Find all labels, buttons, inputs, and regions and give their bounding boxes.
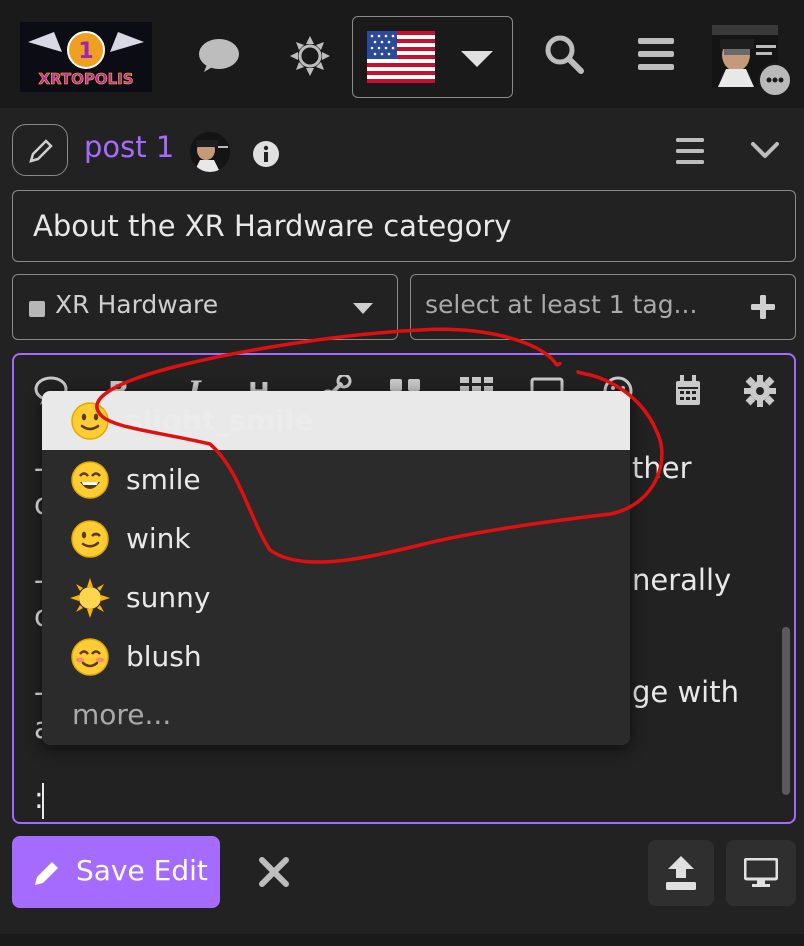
autocomplete-label: blush	[126, 640, 202, 673]
site-logo[interactable]: 1 XRTOPOLIS	[20, 22, 152, 92]
reply-to-post-link[interactable]: post 1	[84, 130, 174, 164]
gear-icon[interactable]	[744, 375, 776, 407]
blush-emoji	[71, 638, 109, 676]
logo-text: XRTOPOLIS	[38, 70, 133, 88]
tag-selector[interactable]: select at least 1 tag...	[410, 274, 796, 340]
toggle-preview-button[interactable]	[726, 840, 796, 906]
slight-smile-emoji	[71, 402, 109, 440]
language-selector[interactable]	[352, 16, 513, 98]
editor-line-fragment: ge with	[632, 675, 739, 709]
editor-line-fragment: nerally	[632, 563, 732, 597]
post-author-avatar[interactable]	[190, 132, 230, 172]
autocomplete-label: wink	[126, 522, 191, 555]
autocomplete-item-blush[interactable]: blush	[42, 627, 630, 686]
edit-mode-badge	[12, 124, 68, 176]
tag-placeholder: select at least 1 tag...	[425, 290, 698, 319]
chat-icon[interactable]	[198, 38, 240, 78]
autocomplete-item-slight-smile[interactable]: slight_smile	[42, 391, 630, 450]
autocomplete-more-link[interactable]: more...	[72, 698, 171, 731]
desktop-icon	[744, 858, 778, 887]
caret-down-icon	[353, 303, 373, 314]
info-icon[interactable]	[252, 140, 280, 172]
plus-icon	[751, 295, 775, 319]
sun-icon[interactable]	[290, 36, 330, 80]
smile-emoji	[71, 461, 109, 499]
upload-button[interactable]	[648, 840, 714, 906]
calendar-icon[interactable]	[674, 375, 702, 407]
autocomplete-item-wink[interactable]: wink	[42, 509, 630, 568]
collapse-chevron-icon[interactable]	[750, 140, 780, 164]
autocomplete-label: slight_smile	[126, 404, 314, 437]
category-selector[interactable]: XR Hardware	[12, 274, 398, 340]
logo-badge: 1	[78, 39, 93, 64]
topic-title-input[interactable]: About the XR Hardware category	[12, 190, 796, 262]
editor-line-fragment: ther	[632, 451, 692, 485]
us-flag-icon	[367, 31, 435, 83]
pencil-icon	[29, 139, 53, 163]
autocomplete-item-sunny[interactable]: sunny	[42, 568, 630, 627]
site-header: 1 XRTOPOLIS	[0, 0, 804, 108]
text-caret	[42, 783, 44, 819]
composer-actions-icon[interactable]	[676, 138, 704, 168]
bottom-strip	[0, 934, 804, 946]
cancel-edit-button[interactable]	[258, 856, 290, 892]
save-edit-button[interactable]: Save Edit	[12, 836, 220, 908]
hamburger-icon[interactable]	[638, 38, 674, 74]
close-icon	[259, 857, 289, 887]
autocomplete-label: smile	[126, 463, 201, 496]
wink-emoji	[71, 520, 109, 558]
upload-icon	[666, 856, 696, 890]
editor-scrollbar[interactable]	[782, 627, 790, 795]
save-edit-label: Save Edit	[76, 854, 208, 887]
autocomplete-label: sunny	[126, 581, 211, 614]
pencil-icon	[35, 862, 58, 885]
search-icon[interactable]	[544, 34, 584, 78]
sunny-emoji	[70, 578, 110, 618]
logo-graphic: 1 XRTOPOLIS	[28, 31, 144, 88]
category-label: XR Hardware	[55, 290, 219, 319]
caret-down-icon	[461, 51, 493, 67]
autocomplete-item-smile[interactable]: smile	[42, 450, 630, 509]
chat-bubble-icon[interactable]	[758, 63, 792, 97]
category-color-swatch	[29, 301, 45, 317]
emoji-autocomplete-menu: slight_smile smile wink sunny blush more…	[42, 391, 630, 745]
